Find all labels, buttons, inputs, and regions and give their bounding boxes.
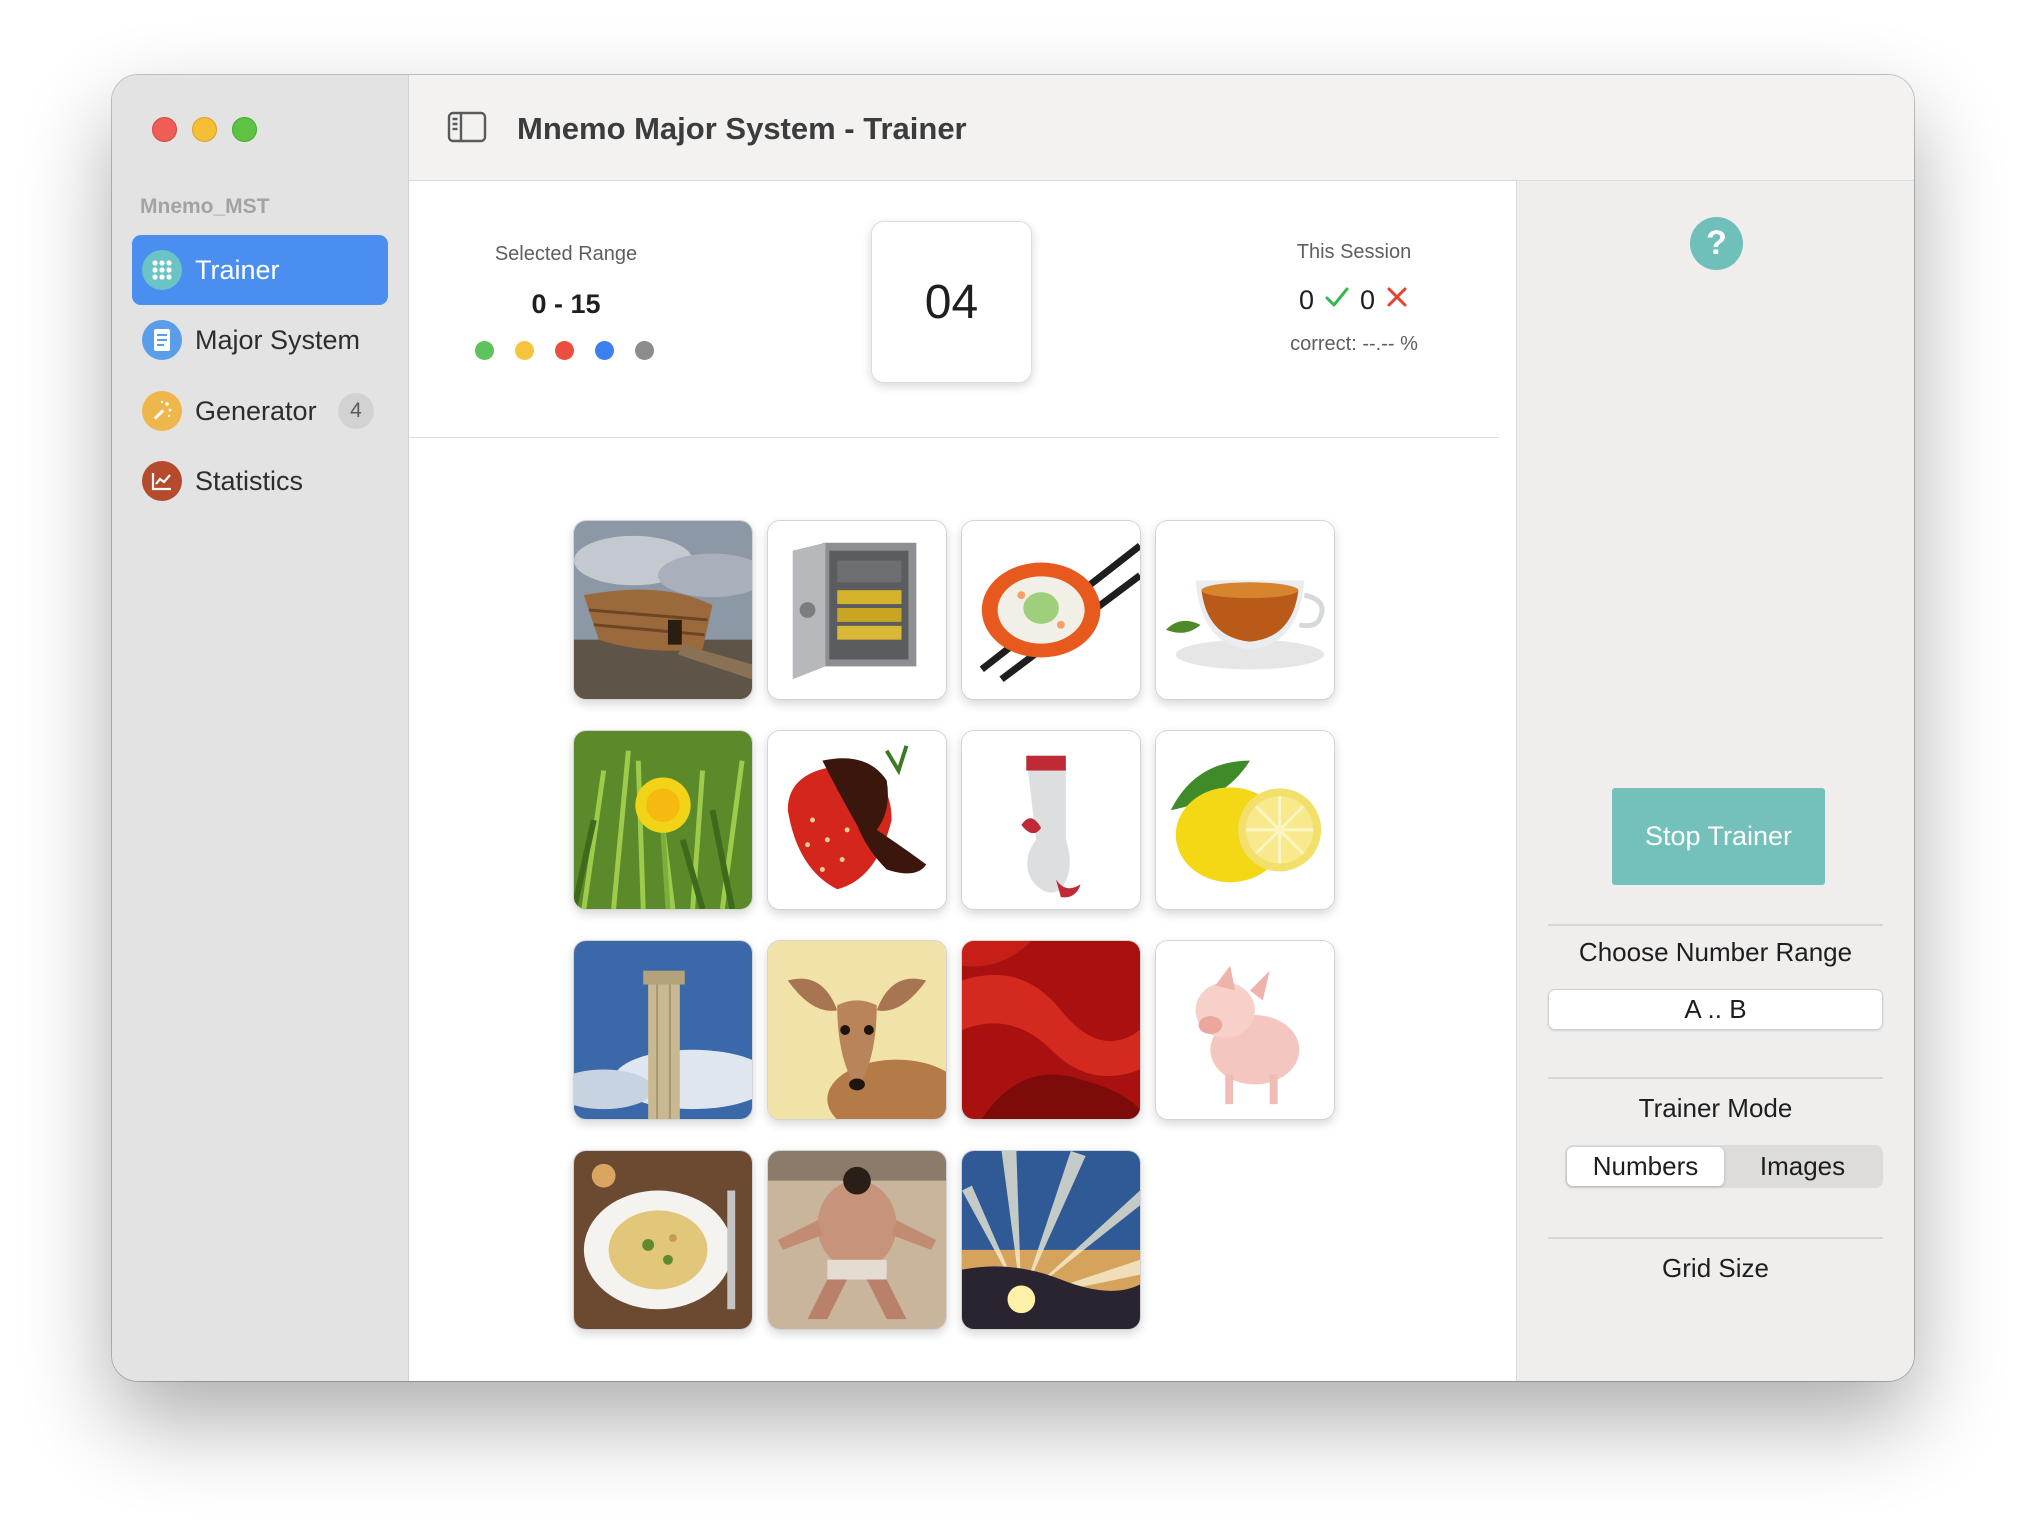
sumo-image	[768, 1151, 946, 1329]
trainer-mode-label: Trainer Mode	[1638, 1093, 1793, 1123]
range-dot-blue	[595, 341, 614, 360]
inspector-panel: ? Stop Trainer Choose Number Range A .. …	[1516, 181, 1914, 1381]
grid-icon	[142, 250, 182, 290]
ark-image	[574, 521, 752, 699]
current-number-card: 04	[871, 221, 1032, 383]
close-window-button[interactable]	[152, 117, 177, 142]
piglet-image	[1156, 941, 1334, 1119]
sidebar-item-generator[interactable]: Generator 4	[132, 376, 388, 446]
document-icon	[142, 320, 182, 360]
dandelion-image	[574, 731, 752, 909]
tile-red-silk[interactable]	[961, 940, 1141, 1120]
zoom-window-button[interactable]	[232, 117, 257, 142]
sidebar-item-statistics[interactable]: Statistics	[132, 446, 388, 516]
tile-piglet[interactable]	[1155, 940, 1335, 1120]
tile-deer[interactable]	[767, 940, 947, 1120]
mode-numbers-segment[interactable]: Numbers	[1567, 1147, 1724, 1186]
grid-size-label: Grid Size	[1662, 1253, 1769, 1283]
sidebar-section-label: Mnemo_MST	[140, 195, 270, 218]
range-dot-gray	[635, 341, 654, 360]
selected-range-value: 0 - 15	[531, 289, 601, 319]
session-counts: 0 0	[1249, 285, 1459, 316]
sidebar-item-label: Statistics	[195, 465, 304, 496]
toolbar: Mnemo Major System - Trainer	[409, 75, 1914, 181]
mode-images-segment[interactable]: Images	[1724, 1147, 1881, 1186]
tile-lemon[interactable]	[1155, 730, 1335, 910]
sunrise-image	[962, 1151, 1140, 1329]
selected-range-label: Selected Range	[494, 243, 638, 265]
minimize-window-button[interactable]	[192, 117, 217, 142]
sparkle-wand-icon	[142, 391, 182, 431]
tile-sunrise[interactable]	[961, 1150, 1141, 1330]
cross-icon	[1385, 285, 1409, 316]
range-dot-yellow	[515, 341, 534, 360]
traffic-lights	[152, 117, 257, 142]
app-window: Mnemo_MST Trainer Major System Generator…	[112, 75, 1914, 1381]
tile-ark[interactable]	[573, 520, 753, 700]
correct-percent: correct: --.-- %	[1290, 333, 1418, 355]
sidebar-item-major-system[interactable]: Major System	[132, 305, 388, 375]
sidebar-toggle-icon[interactable]	[447, 111, 487, 148]
range-dot-red	[555, 341, 574, 360]
tile-soup[interactable]	[573, 1150, 753, 1330]
divider	[409, 437, 1499, 438]
stop-trainer-button[interactable]: Stop Trainer	[1612, 788, 1825, 885]
sidebar-item-trainer[interactable]: Trainer	[132, 235, 388, 305]
tea-image	[1156, 521, 1334, 699]
strawberry-image	[768, 731, 946, 909]
tile-dandelion[interactable]	[573, 730, 753, 910]
divider	[1548, 1237, 1883, 1239]
image-grid	[573, 520, 1335, 1330]
tile-sock[interactable]	[961, 730, 1141, 910]
deer-image	[768, 941, 946, 1119]
window-title: Mnemo Major System - Trainer	[517, 111, 967, 146]
sushi-image	[962, 521, 1140, 699]
tile-sumo[interactable]	[767, 1150, 947, 1330]
sidebar-item-label: Generator	[195, 395, 317, 426]
tile-tea[interactable]	[1155, 520, 1335, 700]
tile-column[interactable]	[573, 940, 753, 1120]
number-range-label: Choose Number Range	[1578, 937, 1853, 967]
sidebar-item-label: Trainer	[195, 254, 280, 285]
red-silk-image	[962, 941, 1140, 1119]
session-label: This Session	[1296, 241, 1412, 263]
divider	[1548, 924, 1883, 926]
generator-count-badge: 4	[338, 393, 374, 429]
number-range-picker[interactable]: A .. B	[1548, 989, 1883, 1030]
sock-image	[962, 731, 1140, 909]
sidebar-item-label: Major System	[195, 324, 361, 355]
column-image	[574, 941, 752, 1119]
wrong-count: 0	[1360, 285, 1376, 315]
trainer-main: Selected Range 0 - 15 04 This Session 0 …	[409, 181, 1516, 1381]
range-color-dots	[475, 341, 654, 360]
tile-sushi[interactable]	[961, 520, 1141, 700]
lemon-image	[1156, 731, 1334, 909]
safe-image	[768, 521, 946, 699]
tile-safe[interactable]	[767, 520, 947, 700]
range-dot-green	[475, 341, 494, 360]
correct-count: 0	[1298, 285, 1314, 315]
checkmark-icon	[1324, 285, 1350, 316]
trainer-mode-segmented-control: Numbers Images	[1565, 1145, 1883, 1188]
help-button[interactable]: ?	[1690, 217, 1743, 270]
divider	[1548, 1077, 1883, 1079]
chart-line-icon	[142, 461, 182, 501]
sidebar: Mnemo_MST Trainer Major System Generator…	[112, 75, 409, 1381]
question-mark-icon: ?	[1706, 224, 1727, 262]
soup-image	[574, 1151, 752, 1329]
tile-strawberry[interactable]	[767, 730, 947, 910]
